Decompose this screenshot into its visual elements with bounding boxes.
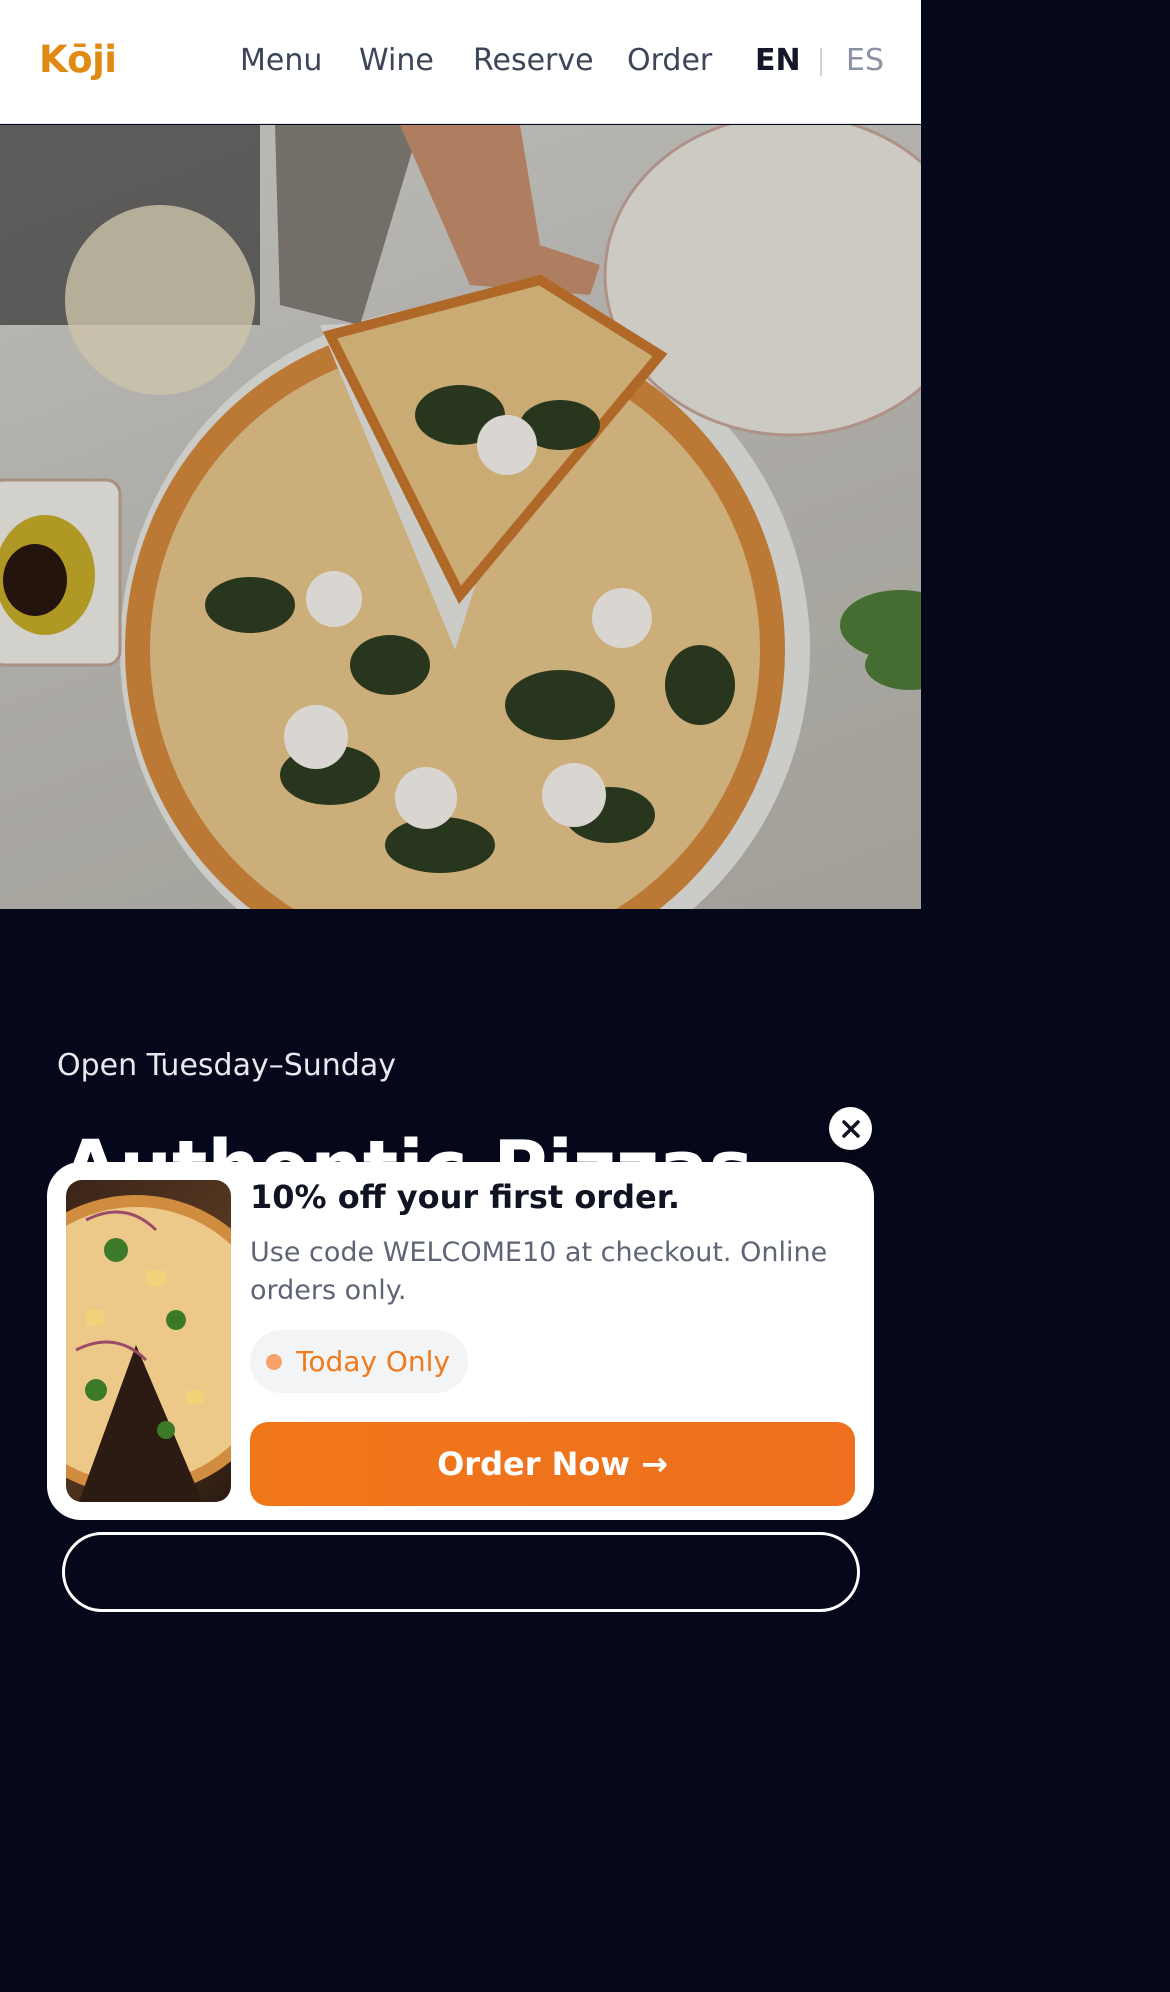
today-only-badge: Today Only <box>250 1330 469 1393</box>
language-en[interactable]: EN <box>755 43 801 78</box>
close-popup-button[interactable] <box>829 1107 872 1150</box>
nav-link-reserve[interactable]: Reserve <box>473 43 594 78</box>
language-divider <box>820 48 822 76</box>
nav-link-wine[interactable]: Wine <box>359 43 434 78</box>
close-icon <box>841 1119 860 1138</box>
pizza-thumbnail <box>66 1195 231 1502</box>
nav-link-order[interactable]: Order <box>627 43 712 78</box>
hero-image <box>0 125 921 909</box>
badge-label: Today Only <box>296 1345 451 1378</box>
page-headline: Authentic Pizzas <box>62 1108 753 1166</box>
language-es[interactable]: ES <box>846 43 884 78</box>
outline-button[interactable] <box>62 1532 860 1612</box>
promo-title: 10% off your first order. <box>250 1178 681 1216</box>
promo-popup: 10% off your first order. Use code WELCO… <box>47 1162 874 1520</box>
promo-description: Use code WELCOME10 at checkout. Online o… <box>250 1237 828 1306</box>
dot-icon <box>266 1353 282 1370</box>
nav-link-menu[interactable]: Menu <box>240 43 322 78</box>
opening-days: Open Tuesday–Sunday <box>57 1048 396 1083</box>
logo[interactable]: Kōji <box>39 38 117 81</box>
order-now-button[interactable]: Order Now → <box>250 1422 855 1506</box>
top-navigation: Kōji Menu Wine Reserve Order EN ES <box>0 0 921 124</box>
promo-pizza-image <box>66 1180 231 1502</box>
